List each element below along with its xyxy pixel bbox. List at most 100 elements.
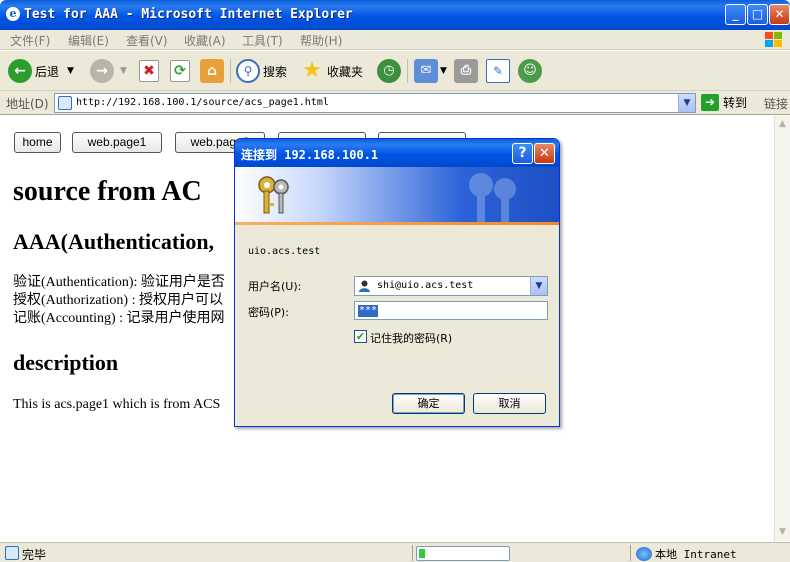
forward-dropdown-icon[interactable]: ▼ bbox=[120, 66, 127, 76]
keys-icon bbox=[258, 176, 289, 214]
login-dialog: 连接到 192.168.100.1 ? ✕ uio.acs.test 用户名(U… bbox=[234, 138, 560, 427]
home-icon: ⌂ bbox=[200, 59, 224, 83]
maximize-button[interactable]: □ bbox=[747, 4, 768, 25]
progress-fill bbox=[419, 549, 425, 558]
print-icon: ⎙ bbox=[454, 59, 478, 83]
address-input[interactable]: http://192.168.100.1/source/acs_page1.ht… bbox=[54, 93, 696, 113]
refresh-icon: ⟳ bbox=[170, 60, 190, 82]
scroll-up-icon[interactable]: ▲ bbox=[775, 116, 790, 132]
banner-keys-watermark-icon bbox=[469, 173, 516, 223]
history-icon: ◷ bbox=[377, 59, 401, 83]
forward-button[interactable]: → ▼ bbox=[90, 57, 127, 85]
history-button[interactable]: ◷ bbox=[377, 57, 401, 85]
window-titlebar: e Test for AAA - Microsoft Internet Expl… bbox=[0, 0, 790, 30]
dialog-banner bbox=[235, 167, 559, 225]
favorites-label: 收藏夹 bbox=[327, 64, 364, 79]
stop-icon: ✖ bbox=[139, 60, 159, 82]
address-bar: 地址(D) http://192.168.100.1/source/acs_pa… bbox=[0, 91, 790, 115]
cancel-button[interactable]: 取消 bbox=[473, 393, 546, 414]
favorites-star-icon: ★ bbox=[302, 58, 322, 83]
username-dropdown-icon[interactable]: ▼ bbox=[530, 277, 547, 295]
go-button[interactable]: ➜ 转到 bbox=[701, 94, 747, 111]
menu-favorites[interactable]: 收藏(A) bbox=[184, 32, 226, 49]
ok-button[interactable]: 确定 bbox=[392, 393, 465, 414]
print-button[interactable]: ⎙ bbox=[454, 57, 478, 85]
aaa-heading: AAA(Authentication, bbox=[13, 229, 215, 254]
menu-view[interactable]: 查看(V) bbox=[126, 32, 168, 49]
authorization-line: 授权(Authorization) : 授权用户可以 bbox=[13, 293, 223, 308]
messenger-icon: ☺ bbox=[518, 59, 542, 83]
password-value: *** bbox=[358, 305, 379, 317]
menu-help[interactable]: 帮助(H) bbox=[300, 32, 342, 49]
internet-explorer-icon: e bbox=[6, 7, 20, 21]
dialog-title: 连接到 192.168.100.1 bbox=[241, 148, 379, 162]
menu-tools[interactable]: 工具(T) bbox=[242, 32, 283, 49]
edit-button[interactable]: ✎ bbox=[486, 57, 510, 85]
zone-label: 本地 Intranet bbox=[655, 548, 737, 561]
web-page1-button[interactable]: web.page1 bbox=[72, 132, 162, 153]
close-button[interactable]: ✕ bbox=[769, 4, 790, 25]
refresh-button[interactable]: ⟳ bbox=[170, 57, 190, 85]
description-text: This is acs.page1 which is from ACS bbox=[13, 397, 221, 412]
status-divider bbox=[630, 545, 631, 561]
address-dropdown-icon[interactable]: ▼ bbox=[678, 94, 695, 112]
go-arrow-icon: ➜ bbox=[701, 94, 719, 111]
menu-file[interactable]: 文件(F) bbox=[10, 32, 50, 49]
links-button[interactable]: 链接 bbox=[764, 95, 788, 112]
remember-password-checkbox[interactable]: ✔ bbox=[354, 330, 367, 343]
accounting-line: 记账(Accounting) : 记录用户使用网 bbox=[13, 311, 225, 326]
window-title: Test for AAA - Microsoft Internet Explor… bbox=[24, 7, 353, 22]
dialog-help-button[interactable]: ? bbox=[512, 143, 533, 164]
intranet-globe-icon bbox=[636, 547, 652, 561]
progress-bar bbox=[416, 546, 510, 561]
address-label: 地址(D) bbox=[6, 97, 49, 111]
menu-edit[interactable]: 编辑(E) bbox=[68, 32, 109, 49]
search-label: 搜索 bbox=[263, 64, 288, 79]
dialog-titlebar: 连接到 192.168.100.1 ? ✕ bbox=[235, 139, 559, 167]
page-icon bbox=[58, 96, 72, 110]
password-field[interactable]: *** bbox=[354, 301, 548, 320]
back-button[interactable]: ← 后退 ▼ bbox=[8, 57, 74, 85]
toolbar-separator bbox=[407, 59, 408, 83]
home-page-button[interactable]: home bbox=[14, 132, 61, 153]
minimize-button[interactable]: _ bbox=[725, 4, 746, 25]
remember-password-label[interactable]: 记住我的密码(R) bbox=[370, 330, 452, 346]
vertical-scrollbar[interactable]: ▲ ▼ bbox=[774, 116, 790, 541]
search-button[interactable]: ⚲ 搜索 bbox=[236, 57, 287, 85]
back-arrow-icon: ← bbox=[8, 59, 32, 83]
back-label: 后退 bbox=[35, 64, 60, 79]
edit-page-icon: ✎ bbox=[486, 59, 510, 83]
scroll-down-icon[interactable]: ▼ bbox=[775, 524, 790, 540]
menu-bar: 文件(F) 编辑(E) 查看(V) 收藏(A) 工具(T) 帮助(H) bbox=[0, 30, 790, 50]
page-status-icon bbox=[5, 546, 19, 560]
favorites-button[interactable]: ★ 收藏夹 bbox=[300, 57, 363, 85]
go-label: 转到 bbox=[723, 96, 748, 110]
password-label: 密码(P): bbox=[248, 306, 289, 319]
forward-arrow-icon: → bbox=[90, 59, 114, 83]
status-divider bbox=[412, 545, 413, 561]
mail-button[interactable]: ✉ ▼ bbox=[414, 57, 447, 85]
user-icon bbox=[359, 280, 370, 292]
address-url[interactable]: http://192.168.100.1/source/acs_page1.ht… bbox=[76, 97, 329, 108]
mail-dropdown-icon[interactable]: ▼ bbox=[440, 66, 447, 76]
username-label: 用户名(U): bbox=[248, 280, 302, 293]
username-value[interactable]: shi@uio.acs.test bbox=[377, 280, 473, 291]
status-text: 完毕 bbox=[22, 548, 47, 562]
back-dropdown-icon[interactable]: ▼ bbox=[67, 66, 74, 76]
description-heading: description bbox=[13, 350, 119, 375]
status-bar: 完毕 本地 Intranet bbox=[0, 542, 790, 562]
page-heading: source from AC bbox=[13, 176, 202, 207]
windows-logo-icon bbox=[764, 31, 784, 48]
authentication-line: 验证(Authentication): 验证用户是否 bbox=[13, 275, 225, 290]
security-zone: 本地 Intranet bbox=[636, 546, 737, 562]
stop-button[interactable]: ✖ bbox=[139, 57, 159, 85]
toolbar-separator bbox=[230, 59, 231, 83]
dialog-close-button[interactable]: ✕ bbox=[534, 143, 555, 164]
search-icon: ⚲ bbox=[236, 59, 260, 83]
username-combobox[interactable]: shi@uio.acs.test ▼ bbox=[354, 276, 548, 296]
banner-stripe bbox=[235, 222, 559, 225]
messenger-button[interactable]: ☺ bbox=[518, 57, 542, 85]
realm-text: uio.acs.test bbox=[248, 246, 321, 257]
mail-icon: ✉ bbox=[414, 59, 438, 83]
home-button[interactable]: ⌂ bbox=[200, 57, 224, 85]
